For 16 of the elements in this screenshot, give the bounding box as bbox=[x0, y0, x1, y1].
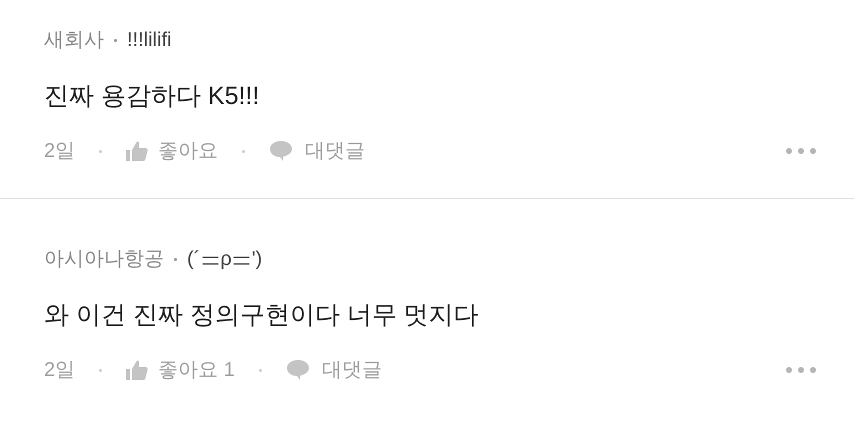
like-button[interactable]: 좋아요 bbox=[126, 136, 218, 166]
author-name[interactable]: 아시아나항공 bbox=[44, 243, 164, 275]
nickname: (´ᆖρᆖ') bbox=[187, 247, 262, 272]
thumbs-up-icon bbox=[126, 141, 148, 161]
comment-text: 와 이건 진짜 정의구현이다 너무 멋지다 bbox=[44, 301, 479, 329]
thumbs-up-icon bbox=[126, 360, 148, 380]
reply-button[interactable]: 대댓글 bbox=[269, 136, 366, 166]
like-button[interactable]: 좋아요 1 bbox=[126, 355, 235, 385]
comment-text: 진짜 용감하다 K5!!! bbox=[44, 82, 260, 110]
reply-button[interactable]: 대댓글 bbox=[286, 355, 382, 385]
timestamp: 2일 bbox=[44, 139, 76, 164]
author-name[interactable]: 새회사 bbox=[44, 24, 104, 56]
speech-bubble-icon bbox=[269, 140, 294, 162]
timestamp: 2일 bbox=[44, 358, 76, 383]
nickname: !!!lilifi bbox=[127, 28, 172, 53]
speech-bubble-icon bbox=[286, 359, 310, 381]
